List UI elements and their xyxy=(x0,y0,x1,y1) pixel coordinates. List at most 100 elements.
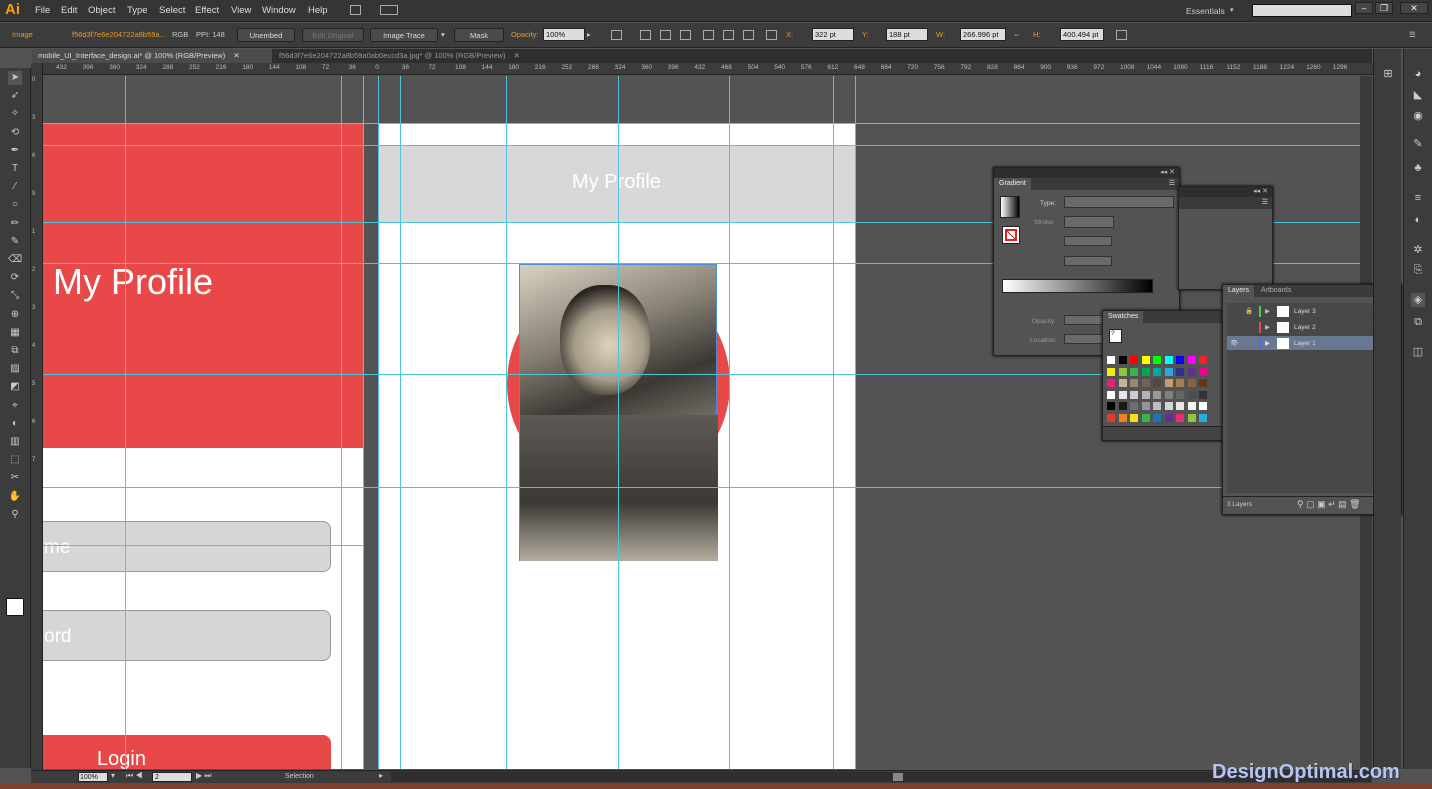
gradient-icon[interactable]: ◣ xyxy=(1411,88,1425,102)
stroke-options[interactable] xyxy=(1064,216,1114,228)
swatch[interactable] xyxy=(1130,413,1138,422)
align-left-icon[interactable] xyxy=(640,30,651,40)
opacity-field[interactable] xyxy=(1064,315,1104,325)
swatch[interactable] xyxy=(1164,356,1173,364)
swatch[interactable] xyxy=(1118,413,1127,422)
brushes-icon[interactable]: ✎ xyxy=(1411,137,1425,151)
layer-row[interactable]: 🔒 ▶ Layer 3 ○ xyxy=(1227,304,1397,319)
next-artboard-icon[interactable]: ▶ ⏭ xyxy=(196,771,212,781)
expand-icon[interactable]: ▶ xyxy=(1265,336,1270,351)
swatch[interactable] xyxy=(1107,379,1115,387)
expand-icon[interactable]: ▶ xyxy=(1265,320,1270,335)
edit-original-button[interactable]: Edit Original xyxy=(302,28,364,42)
free-transform-tool-icon[interactable]: ▦ xyxy=(8,326,22,340)
panel-menu-icon[interactable]: ☰ xyxy=(1262,197,1268,209)
align-center-icon[interactable] xyxy=(660,30,671,40)
swatch[interactable] xyxy=(1187,390,1196,399)
swatch[interactable] xyxy=(1164,402,1173,410)
swatch[interactable] xyxy=(1130,390,1138,399)
swatch[interactable] xyxy=(1141,367,1150,376)
swatch[interactable] xyxy=(1187,413,1196,422)
perspective-grid-tool-icon[interactable]: ▨ xyxy=(8,362,22,376)
arrange-documents-icon[interactable] xyxy=(380,5,398,15)
symbol-sprayer-tool-icon[interactable]: ⬚ xyxy=(8,453,22,467)
swatch[interactable] xyxy=(1164,367,1173,376)
search-input[interactable] xyxy=(1252,4,1352,17)
linked-filename[interactable]: f56d3f7e6e204722a8b59a... xyxy=(72,30,166,39)
tab-layers[interactable]: Layers xyxy=(1223,285,1255,297)
scroll-thumb[interactable] xyxy=(893,773,903,781)
layer-row[interactable]: ▶ Layer 2 ○ xyxy=(1227,320,1397,335)
align-panel[interactable]: ◂◂ ✕ ☰ xyxy=(1178,186,1273,290)
swatch[interactable] xyxy=(1141,390,1150,399)
panel-menu-icon[interactable]: ☰ xyxy=(1409,30,1416,39)
menu-edit[interactable]: Edit xyxy=(61,5,77,16)
tab-artboards[interactable]: Artboards xyxy=(1256,285,1296,297)
swatch[interactable] xyxy=(1164,413,1173,422)
eraser-tool-icon[interactable]: ⌫ xyxy=(8,253,22,267)
swatch[interactable] xyxy=(1153,402,1161,410)
artboard-nav-icon[interactable]: ⊞ xyxy=(1381,67,1395,81)
type-dropdown[interactable] xyxy=(1064,196,1174,208)
current-tool-label[interactable]: Selection xyxy=(285,773,314,780)
appearance-icon[interactable]: ◉ xyxy=(1411,109,1425,123)
menu-object[interactable]: Object xyxy=(88,5,115,16)
menu-help[interactable]: Help xyxy=(308,5,328,16)
magic-wand-tool-icon[interactable]: ✧ xyxy=(8,107,22,121)
artboard-right[interactable]: My Profile xyxy=(378,124,856,769)
pathfinder-icon[interactable]: ◫ xyxy=(1411,345,1425,359)
align-right-icon[interactable] xyxy=(680,30,691,40)
swatch[interactable] xyxy=(1130,379,1138,387)
status-arrow-icon[interactable]: ▸ xyxy=(379,771,383,780)
swatch[interactable] xyxy=(1118,379,1127,387)
gradient-slider[interactable] xyxy=(1002,279,1153,293)
ellipse-tool-icon[interactable]: ○ xyxy=(8,198,22,212)
horizontal-ruler[interactable]: 432 396 360 324 288 252 216 180 144 108 72 36 0 36 72 1… xyxy=(43,63,1373,75)
reference-point-icon[interactable] xyxy=(766,30,777,40)
eye-icon[interactable]: 👁 xyxy=(1230,336,1238,351)
swatch[interactable] xyxy=(1199,413,1207,422)
layer-name[interactable]: Layer 2 xyxy=(1294,320,1316,335)
vertical-ruler[interactable]: 03691234567 xyxy=(31,63,43,770)
gradient-tool-icon[interactable]: ⌖ xyxy=(8,399,22,413)
width-tool-icon[interactable]: ⊕ xyxy=(8,308,22,322)
paintbrush-tool-icon[interactable]: ✏ xyxy=(8,217,22,231)
minimize-button[interactable]: – xyxy=(1355,2,1373,14)
fill-stroke-icon[interactable] xyxy=(6,598,24,616)
align-bottom-icon[interactable] xyxy=(743,30,754,40)
unembed-button[interactable]: Unembed xyxy=(237,28,295,42)
location-field[interactable] xyxy=(1064,334,1104,344)
swatch[interactable] xyxy=(1118,367,1127,376)
close-icon[interactable]: ✕ xyxy=(233,51,239,60)
swatch[interactable] xyxy=(1176,379,1184,387)
layer-name[interactable]: Layer 3 xyxy=(1294,304,1316,319)
graphic-styles-icon[interactable]: ✲ xyxy=(1411,243,1425,257)
align-middle-icon[interactable] xyxy=(723,30,734,40)
rotate-tool-icon[interactable]: ⟳ xyxy=(8,271,22,285)
avatar-photo[interactable] xyxy=(519,264,718,561)
swatch[interactable] xyxy=(1176,367,1184,376)
menu-select[interactable]: Select xyxy=(159,5,185,16)
swatch[interactable] xyxy=(1153,379,1161,387)
recolor-icon[interactable] xyxy=(611,30,622,40)
layer-name[interactable]: Layer 1 xyxy=(1294,336,1316,351)
workspace-switcher[interactable]: Essentials xyxy=(1186,6,1225,16)
menu-window[interactable]: Window xyxy=(262,5,296,16)
swatch[interactable] xyxy=(1107,356,1115,364)
swatch[interactable] xyxy=(1141,402,1150,410)
shape-builder-tool-icon[interactable]: ⧉ xyxy=(8,344,22,358)
scale-tool-icon[interactable]: ⤡ xyxy=(8,289,22,303)
artboard-number-field[interactable]: 2 xyxy=(152,772,192,782)
chevron-down-icon[interactable]: ▾ xyxy=(1230,6,1234,14)
lasso-tool-icon[interactable]: ⟲ xyxy=(8,126,22,140)
swatch[interactable] xyxy=(1153,367,1161,376)
aspect-field[interactable] xyxy=(1064,256,1112,266)
transparency-icon[interactable]: ◐ xyxy=(1411,213,1425,227)
login-button[interactable]: Login xyxy=(43,735,331,769)
eyedropper-tool-icon[interactable]: ◐ xyxy=(8,417,22,431)
swatch[interactable] xyxy=(1199,367,1207,376)
swatch[interactable] xyxy=(1141,379,1150,387)
swatch[interactable] xyxy=(1107,390,1115,399)
opacity-field[interactable]: 100% xyxy=(543,28,585,41)
graph-tool-icon[interactable]: ✂ xyxy=(8,471,22,485)
